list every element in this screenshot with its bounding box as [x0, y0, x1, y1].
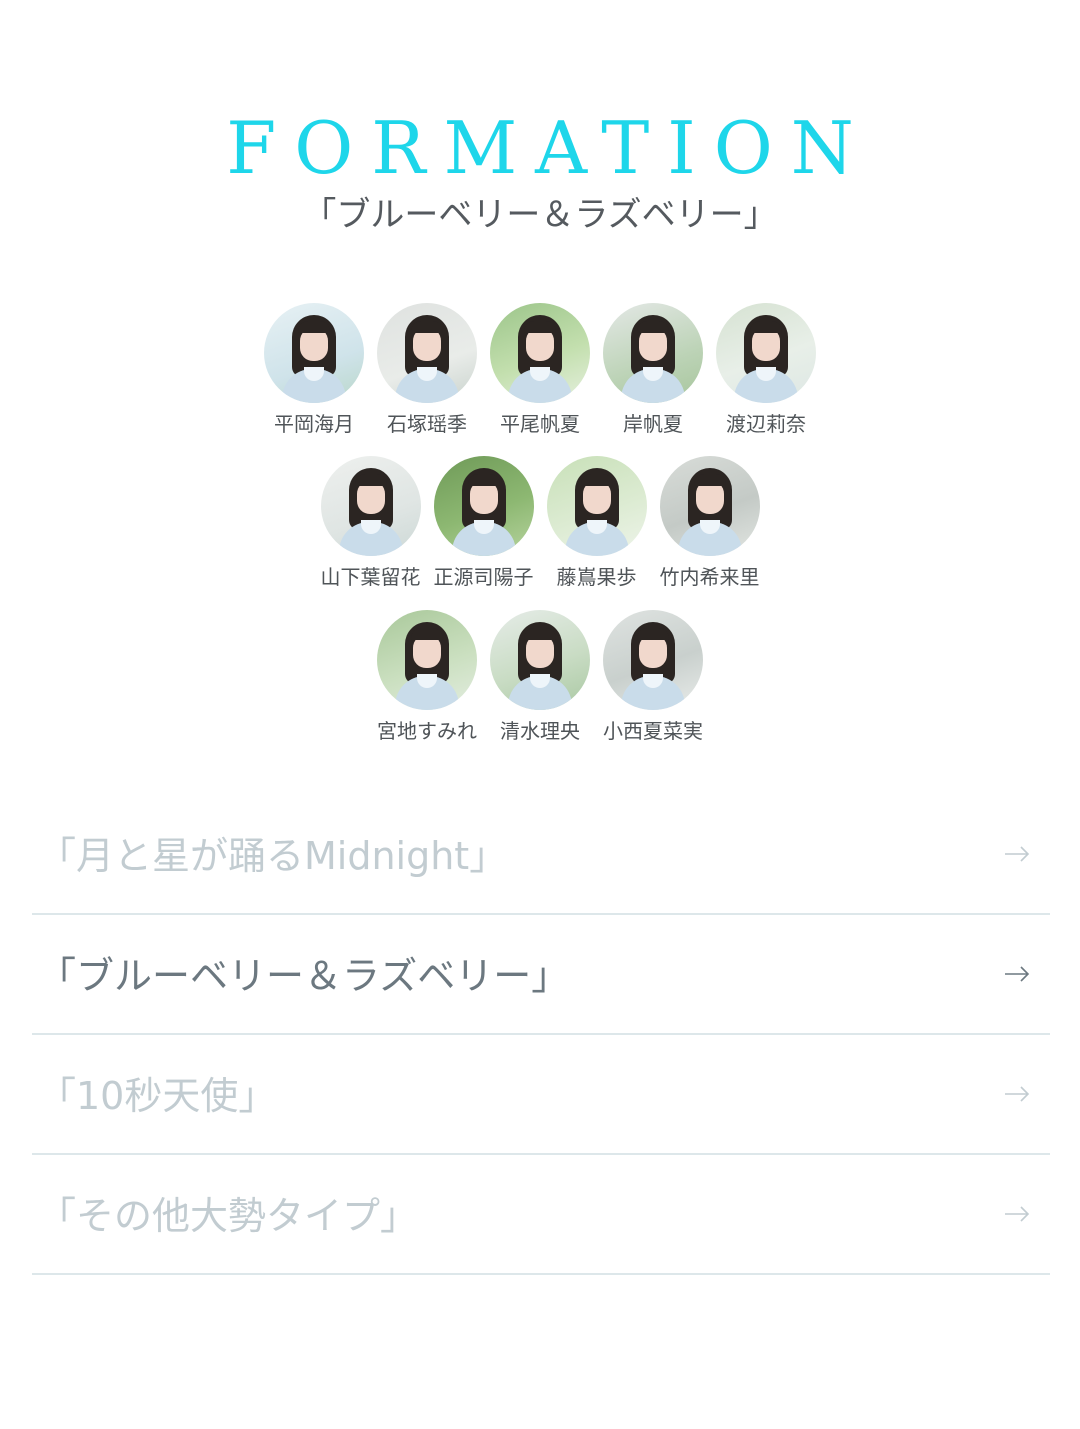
member-name: 山下葉留花 — [320, 565, 421, 589]
page-title: FORMATION — [226, 106, 872, 191]
member-name: 石塚瑶季 — [387, 412, 467, 436]
song-list: 「月と星が踊るMidnight」 「ブルーベリー＆ラズベリー」 「10秒天使」 … — [32, 795, 1050, 1275]
member-card: 平岡海月 — [258, 303, 371, 437]
member-photo — [377, 303, 477, 403]
member-name: 正源司陽子 — [433, 565, 534, 589]
member-card: 渡辺莉奈 — [710, 303, 823, 437]
member-photo — [603, 303, 703, 403]
member-name: 平岡海月 — [274, 412, 354, 436]
arrow-right-icon — [1005, 966, 1030, 982]
member-row-1: 平岡海月 石塚瑶季 平尾帆夏 岸帆夏 渡辺莉奈 — [0, 303, 1080, 437]
member-name: 小西夏菜実 — [603, 719, 703, 743]
song-list-item-label: 「ブルーベリー＆ラズベリー」 — [38, 954, 570, 998]
member-card: 清水理央 — [484, 610, 597, 744]
member-photo — [264, 303, 364, 403]
member-card: 石塚瑶季 — [371, 303, 484, 437]
member-card: 小西夏菜実 — [597, 610, 710, 744]
member-photo — [320, 456, 421, 556]
song-list-item-label: 「その他大勢タイプ」 — [38, 1194, 419, 1238]
member-photo — [433, 456, 534, 556]
member-card: 岸帆夏 — [597, 303, 710, 437]
member-photo — [490, 303, 590, 403]
arrow-right-icon — [1005, 1086, 1030, 1102]
member-name: 渡辺莉奈 — [726, 412, 806, 436]
member-photo — [546, 456, 647, 556]
member-card: 宮地すみれ — [371, 610, 484, 744]
formation-song-title: 「ブルーベリー＆ラズベリー」 — [302, 195, 778, 235]
arrow-right-icon — [1005, 1206, 1030, 1222]
member-name: 藤嶌果歩 — [556, 565, 637, 589]
member-row-3: 宮地すみれ 清水理央 小西夏菜実 — [0, 610, 1080, 744]
song-list-item-label: 「10秒天使」 — [38, 1074, 277, 1118]
member-row-2: 山下葉留花 正源司陽子 藤嶌果歩 竹内希来里 — [0, 456, 1080, 590]
member-name: 清水理央 — [500, 719, 580, 743]
song-list-item[interactable]: 「ブルーベリー＆ラズベリー」 — [32, 915, 1050, 1035]
arrow-right-icon — [1005, 846, 1030, 862]
member-card: 竹内希来里 — [653, 456, 766, 590]
member-photo — [377, 610, 477, 710]
member-photo — [603, 610, 703, 710]
member-card: 山下葉留花 — [314, 456, 427, 590]
song-list-item[interactable]: 「その他大勢タイプ」 — [32, 1155, 1050, 1275]
member-name: 岸帆夏 — [623, 412, 683, 436]
member-card: 正源司陽子 — [427, 456, 540, 590]
member-name: 宮地すみれ — [377, 719, 477, 743]
song-list-item-label: 「月と星が踊るMidnight」 — [38, 834, 508, 878]
member-photo — [490, 610, 590, 710]
member-name: 竹内希来里 — [659, 565, 760, 589]
member-card: 藤嶌果歩 — [540, 456, 653, 590]
song-list-item[interactable]: 「10秒天使」 — [32, 1035, 1050, 1155]
member-card: 平尾帆夏 — [484, 303, 597, 437]
song-list-item[interactable]: 「月と星が踊るMidnight」 — [32, 795, 1050, 915]
member-photo — [659, 456, 760, 556]
member-photo — [716, 303, 816, 403]
member-name: 平尾帆夏 — [500, 412, 580, 436]
